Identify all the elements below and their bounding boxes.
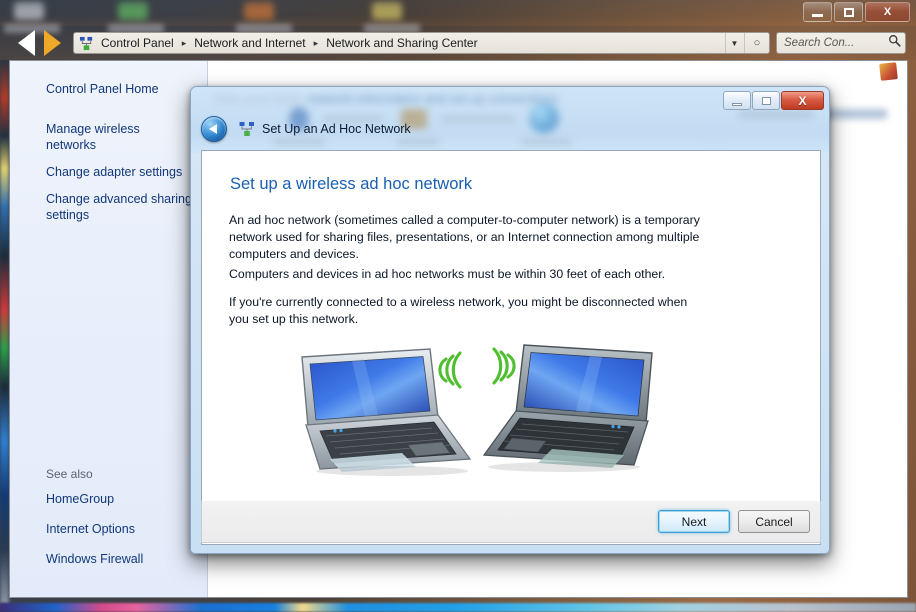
close-icon: X (883, 5, 892, 18)
dialog-window-controls: X (723, 91, 824, 110)
chevron-right-icon: ▸ (181, 37, 187, 48)
address-bar-row: Control Panel ▸ Network and Internet ▸ N… (0, 26, 916, 60)
bg-see-full-map (739, 111, 813, 118)
wifi-waves-icon (492, 347, 516, 385)
maximize-icon (843, 7, 854, 17)
dialog-title: Set Up an Ad Hoc Network (262, 122, 411, 136)
wizard-paragraph-3: If you're currently connected to a wirel… (229, 295, 688, 326)
see-also-label: See also (46, 467, 93, 481)
wizard-heading: Set up a wireless ad hoc network (230, 175, 473, 193)
wizard-paragraph-2: Computers and devices in ad hoc networks… (229, 267, 666, 281)
dialog-titlebar: View your basic network information and … (191, 87, 829, 153)
breadcrumb-item-0[interactable]: Control Panel (99, 36, 176, 50)
back-button[interactable] (201, 116, 227, 142)
sidebar-item-control-panel-home[interactable]: Control Panel Home (10, 79, 207, 99)
ad-hoc-illustration (202, 341, 820, 481)
minimize-icon (732, 102, 742, 106)
window-maximize-button[interactable] (834, 2, 863, 22)
chevron-down-icon: ▼ (730, 38, 739, 48)
dialog-nav: Set Up an Ad Hoc Network (191, 109, 411, 149)
minimize-icon (812, 14, 823, 17)
forward-arrow-icon[interactable] (44, 30, 61, 56)
next-button[interactable]: Next (658, 510, 730, 533)
sidebar-item-change-advanced-sharing-settings[interactable]: Change advanced sharing settings (10, 189, 207, 225)
bg-caption (521, 139, 571, 145)
dialog-close-button[interactable]: X (781, 91, 824, 110)
network-icon (79, 36, 94, 51)
address-dropdown-button[interactable]: ▼ (725, 33, 743, 53)
window-minimize-button[interactable] (803, 2, 832, 22)
chevron-right-icon: ▸ (313, 37, 319, 48)
wifi-waves-icon (438, 351, 462, 389)
bg-internet-icon (529, 103, 559, 133)
dialog-minimize-button[interactable] (723, 91, 751, 110)
breadcrumb: Control Panel ▸ Network and Internet ▸ N… (99, 36, 480, 50)
network-icon (239, 121, 255, 137)
sidebar-item-windows-firewall[interactable]: Windows Firewall (10, 549, 207, 569)
sidebar-item-homegroup[interactable]: HomeGroup (10, 489, 207, 509)
address-bar[interactable]: Control Panel ▸ Network and Internet ▸ N… (73, 32, 770, 54)
close-icon: X (798, 93, 807, 108)
bg-connector (441, 117, 515, 121)
refresh-icon: ○ (753, 37, 761, 49)
sidebar: Control Panel Home Manage wireless netwo… (10, 61, 208, 597)
desktop-bottom-edge (0, 603, 916, 612)
window-controls: X (803, 2, 910, 22)
search-input[interactable]: Search Con... (784, 37, 888, 49)
laptop-left (301, 348, 472, 476)
back-arrow-icon (208, 124, 217, 134)
sidebar-see-also: See also HomeGroup Internet Options Wind… (10, 467, 207, 579)
set-up-ad-hoc-network-dialog: View your basic network information and … (190, 86, 830, 554)
window-close-button[interactable]: X (865, 2, 910, 22)
cancel-button[interactable]: Cancel (738, 510, 810, 533)
wizard-paragraph-1: An ad hoc network (sometimes called a co… (229, 213, 700, 261)
dialog-footer: Next Cancel (201, 501, 821, 543)
window-titlebar (0, 0, 916, 26)
sidebar-item-manage-wireless-networks[interactable]: Manage wireless networks (10, 119, 207, 155)
breadcrumb-item-1[interactable]: Network and Internet (192, 36, 307, 50)
breadcrumb-item-2[interactable]: Network and Sharing Center (324, 36, 479, 50)
sidebar-item-internet-options[interactable]: Internet Options (10, 519, 207, 539)
laptop-right (482, 344, 653, 472)
search-icon (888, 34, 901, 52)
dialog-body: Set up a wireless ad hoc network An ad h… (201, 150, 821, 545)
dialog-maximize-button[interactable] (752, 91, 780, 110)
maximize-icon (761, 96, 771, 105)
back-arrow-icon[interactable] (18, 30, 35, 56)
help-icon[interactable] (879, 62, 898, 81)
background-page-title: View your basic network information and … (213, 91, 559, 106)
sidebar-item-change-adapter-settings[interactable]: Change adapter settings (10, 162, 207, 182)
refresh-button[interactable]: ○ (744, 33, 769, 53)
search-box[interactable]: Search Con... (776, 32, 906, 54)
